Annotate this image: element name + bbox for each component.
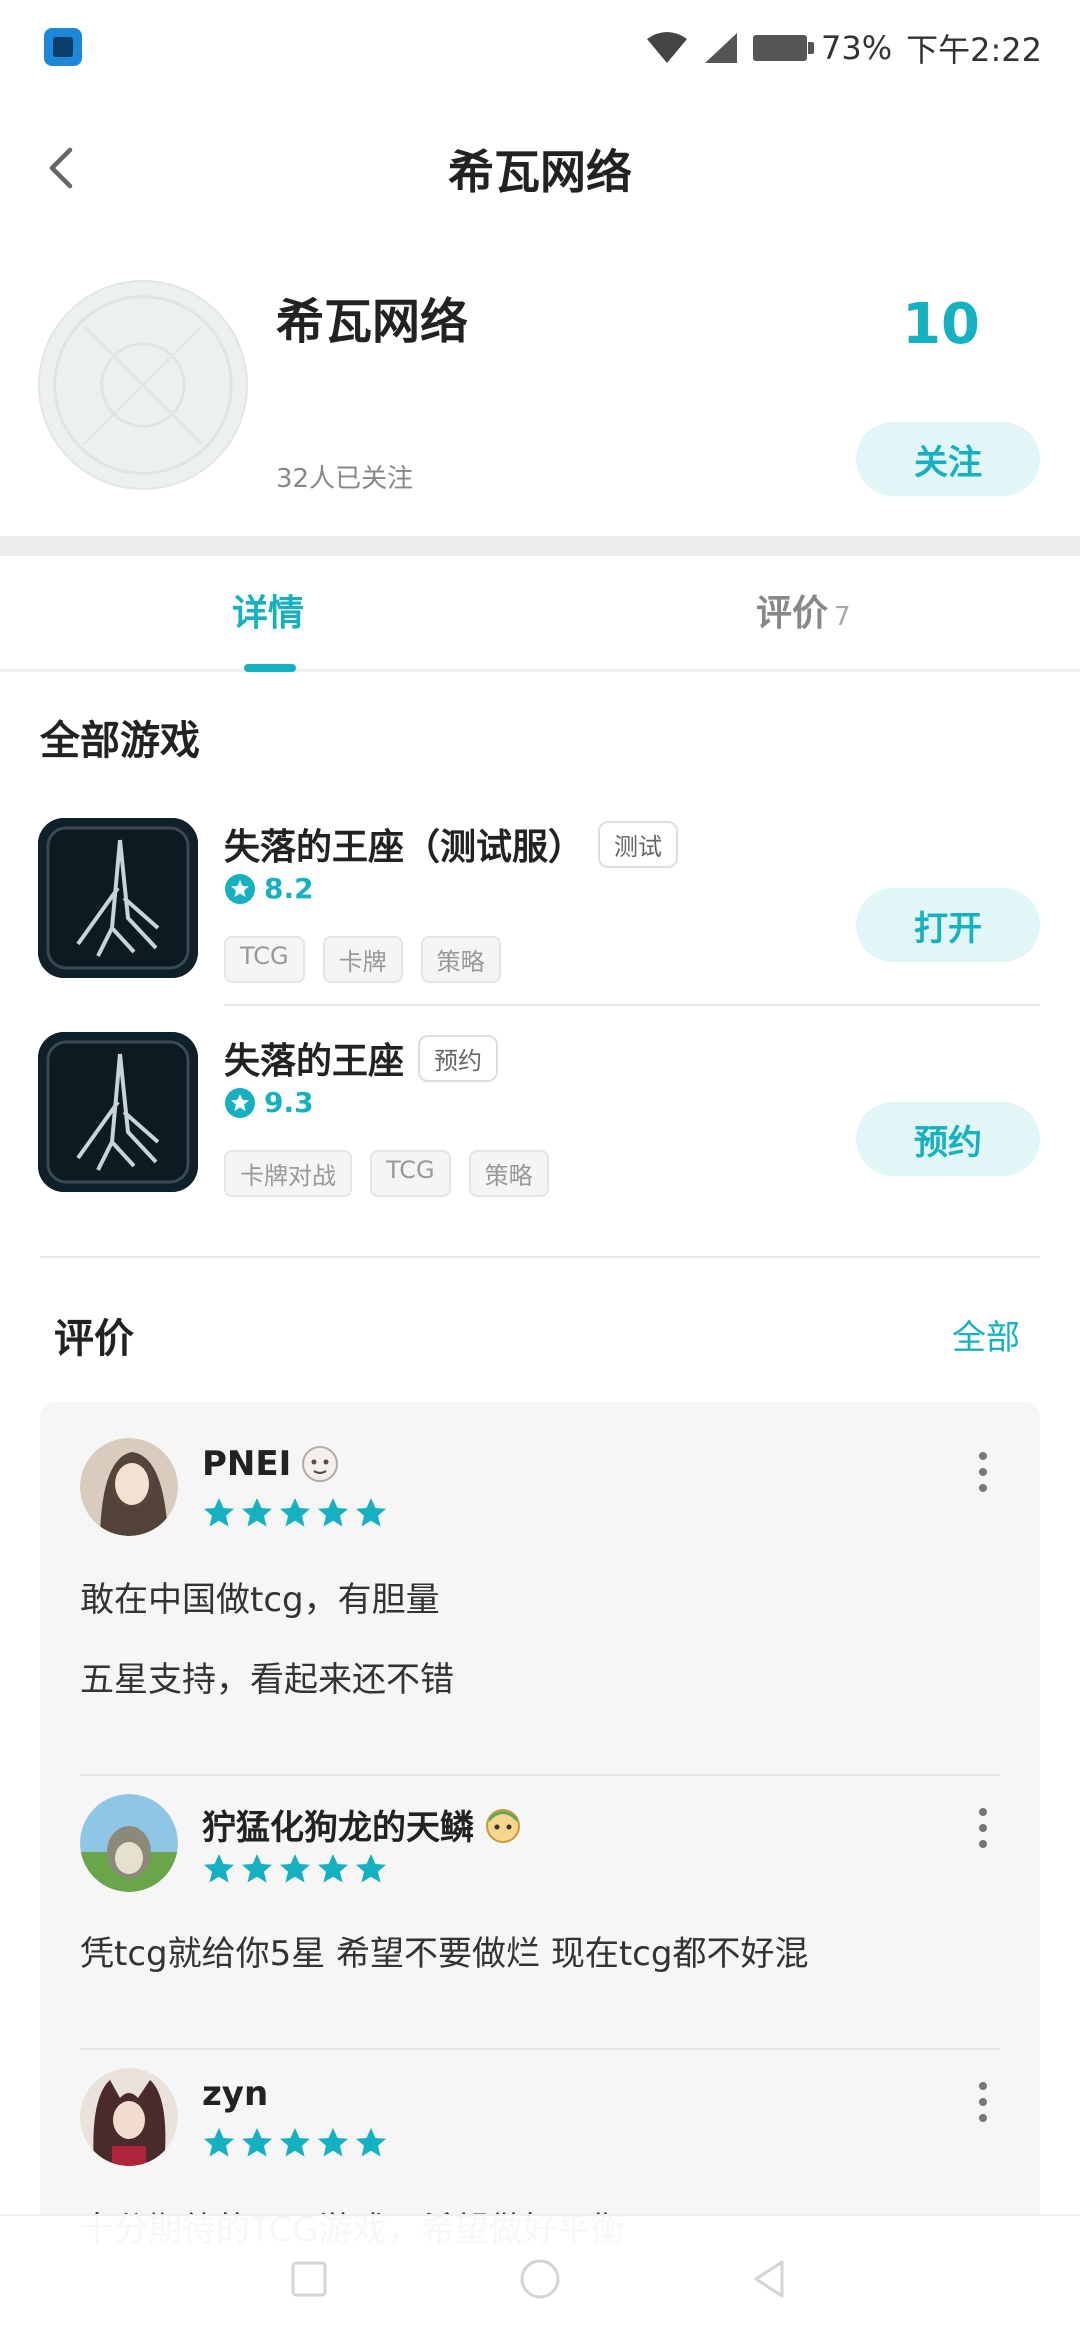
game-tag[interactable]: 卡牌对战 — [224, 1150, 352, 1197]
user-avatar[interactable] — [80, 2068, 178, 2166]
game-title-row: 失落的王座（测试服） 测试 — [224, 818, 679, 870]
rating-value: 8.2 — [264, 872, 314, 905]
more-options-icon[interactable] — [976, 1808, 990, 1848]
developer-name: 希瓦网络 — [276, 294, 469, 350]
tab-reviews-label: 评价 — [756, 593, 829, 634]
battery-icon — [753, 35, 814, 61]
section-divider — [40, 1256, 1040, 1258]
follow-button[interactable]: 关注 — [856, 422, 1040, 496]
review-divider — [80, 2048, 1000, 2050]
game-tags: TCG 卡牌 策略 — [224, 936, 501, 983]
review-item[interactable]: PNEI 敢在中国做tcg，有胆量 五星支持，看起来还不错 — [40, 1438, 1040, 1758]
game-badge: 预约 — [418, 1034, 499, 1082]
game-tag[interactable]: 卡牌 — [322, 936, 403, 983]
star-icon — [318, 1498, 348, 1527]
review-text: 五星支持，看起来还不错 — [80, 1660, 454, 1700]
star-icon — [356, 1854, 386, 1883]
game-badge: 测试 — [598, 820, 679, 868]
tab-details-label: 详情 — [232, 593, 305, 634]
game-icon — [38, 1032, 198, 1192]
review-user-name: 狞猛化狗龙的天鳞 — [202, 1800, 522, 1849]
star-icon — [242, 1854, 272, 1883]
review-rating — [202, 1852, 388, 1886]
tab-active-indicator — [244, 664, 296, 672]
battery-percent: 73% — [821, 29, 893, 67]
user-badge-icon — [486, 1808, 520, 1843]
game-tag[interactable]: TCG — [370, 1150, 451, 1197]
review-user-name: PNEI — [202, 1444, 339, 1484]
star-icon — [356, 1498, 386, 1527]
rating-star-icon — [225, 873, 255, 904]
game-tag[interactable]: TCG — [224, 936, 305, 983]
game-tag[interactable]: 策略 — [420, 936, 501, 983]
star-icon — [204, 2128, 234, 2157]
game-item[interactable]: 失落的王座 预约 9.3 卡牌对战 TCG 策略 预约 — [0, 1030, 1080, 1230]
game-rating: 8.2 — [224, 872, 314, 905]
game-tags: 卡牌对战 TCG 策略 — [224, 1150, 549, 1197]
game-divider — [224, 1004, 1040, 1006]
recent-apps-icon[interactable] — [284, 2254, 334, 2304]
status-bar-right: 73% 下午2:22 — [645, 28, 1042, 69]
follow-count: 10 — [902, 292, 980, 357]
section-divider-band — [0, 536, 1080, 556]
rating-value: 9.3 — [264, 1086, 314, 1119]
more-options-icon[interactable] — [976, 2082, 990, 2122]
tab-details[interactable]: 详情 — [232, 584, 304, 636]
reviews-section-title: 评价 — [54, 1316, 134, 1362]
system-nav-bar — [0, 2214, 1080, 2340]
nav-header: 希瓦网络 — [0, 110, 1080, 230]
review-rating — [202, 1496, 388, 1530]
user-name-text: zyn — [202, 2074, 269, 2114]
user-avatar[interactable] — [80, 1794, 178, 1892]
user-avatar[interactable] — [80, 1438, 178, 1536]
user-name-text: 狞猛化狗龙的天鳞 — [202, 1808, 474, 1848]
app-notification-icon — [44, 28, 82, 66]
review-item[interactable]: 狞猛化狗龙的天鳞 凭tcg就给你5星 希望不要做烂 现在tcg都不好混 — [40, 1794, 1040, 2034]
star-icon — [356, 2128, 386, 2157]
star-icon — [204, 1854, 234, 1883]
review-text: 敢在中国做tcg，有胆量 — [80, 1580, 440, 1620]
star-icon — [242, 1498, 272, 1527]
reviews-all-link[interactable]: 全部 — [952, 1310, 1020, 1359]
game-title-row: 失落的王座 预约 — [224, 1032, 499, 1084]
star-icon — [242, 2128, 272, 2157]
followers-count-text: 32人已关注 — [276, 464, 414, 494]
back-nav-icon[interactable] — [744, 2254, 794, 2304]
tab-reviews-count: 7 — [834, 602, 851, 632]
developer-avatar — [38, 280, 248, 490]
games-section-title: 全部游戏 — [40, 718, 200, 764]
developer-profile: 希瓦网络 32人已关注 10 关注 — [0, 270, 1080, 530]
star-icon — [318, 1854, 348, 1883]
tab-reviews[interactable]: 评价 7 — [756, 584, 851, 636]
review-user-name: zyn — [202, 2074, 268, 2114]
user-name-text: PNEI — [202, 1444, 292, 1484]
tab-bar: 详情 评价 7 — [0, 556, 1080, 672]
page-title: 希瓦网络 — [448, 145, 632, 199]
home-icon[interactable] — [515, 2254, 565, 2304]
clock: 下午2:22 — [906, 31, 1042, 69]
open-game-button[interactable]: 打开 — [856, 888, 1040, 962]
signal-icon — [705, 33, 737, 63]
more-options-icon[interactable] — [976, 1452, 990, 1492]
star-icon — [204, 1498, 234, 1527]
user-badge-icon — [302, 1446, 339, 1482]
star-icon — [280, 2128, 310, 2157]
wifi-icon — [647, 32, 687, 63]
star-icon — [318, 2128, 348, 2157]
game-name: 失落的王座 — [224, 1041, 405, 1082]
game-rating: 9.3 — [224, 1086, 314, 1119]
game-tag[interactable]: 策略 — [468, 1150, 549, 1197]
review-divider — [80, 1774, 1000, 1776]
game-name: 失落的王座（测试服） — [224, 827, 585, 868]
game-item[interactable]: 失落的王座（测试服） 测试 8.2 TCG 卡牌 策略 打开 — [0, 816, 1080, 1016]
review-text: 凭tcg就给你5星 希望不要做烂 现在tcg都不好混 — [80, 1934, 809, 1974]
star-icon — [280, 1498, 310, 1527]
reserve-game-button[interactable]: 预约 — [856, 1102, 1040, 1176]
star-icon — [280, 1854, 310, 1883]
review-rating — [202, 2126, 388, 2160]
status-bar: 73% 下午2:22 — [0, 0, 1080, 96]
game-icon — [38, 818, 198, 978]
reviews-list: PNEI 敢在中国做tcg，有胆量 五星支持，看起来还不错 狞猛化狗龙的天鳞 凭… — [40, 1402, 1040, 2340]
rating-star-icon — [225, 1087, 255, 1118]
